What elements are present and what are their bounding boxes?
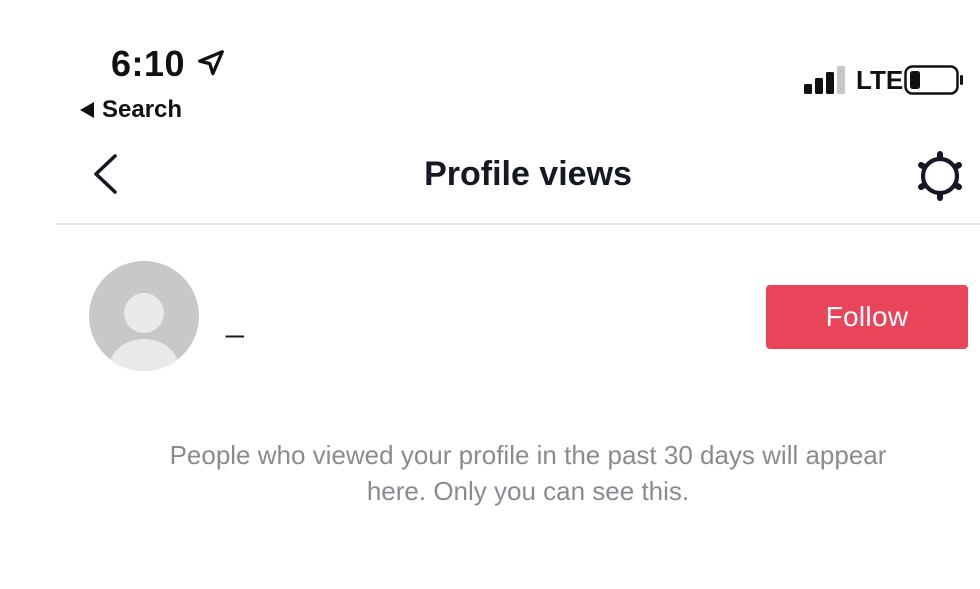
network-type: LTE: [856, 65, 904, 95]
battery-icon: [904, 65, 963, 95]
avatar-head-shape: [124, 293, 164, 333]
viewer-username[interactable]: _: [226, 300, 244, 340]
follow-button[interactable]: Follow: [766, 285, 968, 349]
info-line-1: People who viewed your profile in the pa…: [169, 440, 887, 470]
avatar-body-shape: [109, 339, 179, 371]
header-divider: [56, 223, 980, 225]
location-arrow-icon: [198, 50, 224, 76]
back-to-app-button[interactable]: Search: [80, 96, 182, 124]
back-to-app-label: Search: [102, 96, 183, 123]
profile-views-info: People who viewed your profile in the pa…: [90, 437, 966, 509]
status-time: 6:10: [111, 43, 186, 84]
profile-views-screen: 6:10 Search LTE Profile views _ Follow P…: [0, 0, 980, 589]
cellular-signal-icon: [804, 66, 845, 94]
gear-icon[interactable]: [912, 148, 968, 204]
default-avatar-icon[interactable]: [89, 261, 199, 371]
page-title: Profile views: [424, 155, 632, 193]
info-line-2: here. Only you can see this.: [366, 476, 690, 506]
back-triangle-icon: [80, 102, 94, 118]
